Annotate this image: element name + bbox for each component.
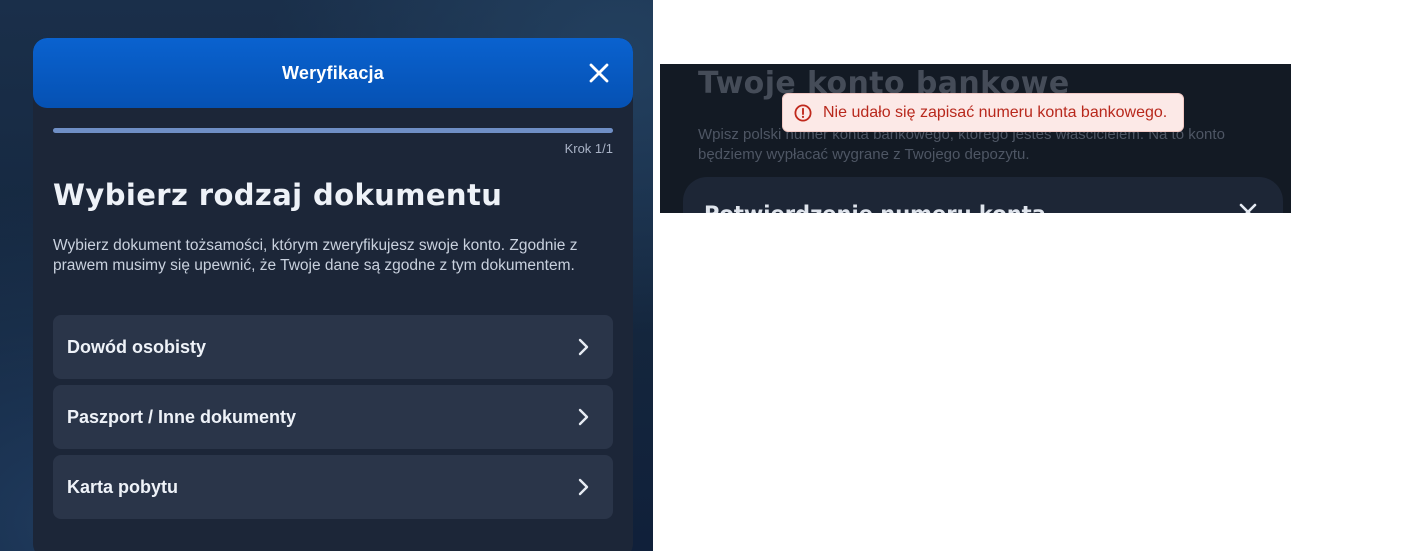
bank-account-panel: Twoje konto bankowe Wpisz polski numer k…: [660, 64, 1291, 213]
page-title: Wybierz rodzaj dokumentu: [53, 178, 503, 212]
chevron-right-icon: [578, 408, 589, 426]
confirm-account-title: Potwierdzenie numeru konta: [704, 202, 1046, 213]
option-residence-card[interactable]: Karta pobytu: [53, 455, 613, 519]
verification-backdrop: Weryfikacja Krok 1/1 Wybierz rodzaj doku…: [0, 0, 653, 551]
close-button[interactable]: [587, 61, 611, 85]
modal-title: Weryfikacja: [282, 62, 384, 83]
verification-modal: Weryfikacja Krok 1/1 Wybierz rodzaj doku…: [33, 38, 633, 551]
close-icon: [589, 63, 609, 83]
chevron-right-icon: [578, 338, 589, 356]
option-passport[interactable]: Paszport / Inne dokumenty: [53, 385, 613, 449]
progress-fill: [53, 128, 613, 133]
option-label: Paszport / Inne dokumenty: [67, 406, 297, 427]
error-message: Nie udało się zapisać numeru konta banko…: [823, 103, 1168, 121]
step-label: Krok 1/1: [564, 141, 613, 156]
confirm-account-card: Potwierdzenie numeru konta: [683, 177, 1283, 213]
chevron-right-icon: [578, 478, 589, 496]
option-label: Karta pobytu: [67, 476, 179, 497]
error-toast: Nie udało się zapisać numeru konta banko…: [782, 93, 1184, 132]
close-icon: [1239, 203, 1257, 213]
confirm-close-button[interactable]: [1237, 201, 1259, 213]
progress-bar: [53, 128, 613, 133]
error-circle-icon: [794, 104, 812, 121]
option-id-card[interactable]: Dowód osobisty: [53, 315, 613, 379]
modal-header: Weryfikacja: [33, 38, 633, 108]
page-description: Wybierz dokument tożsamości, którym zwer…: [53, 237, 578, 274]
option-label: Dowód osobisty: [67, 336, 206, 357]
